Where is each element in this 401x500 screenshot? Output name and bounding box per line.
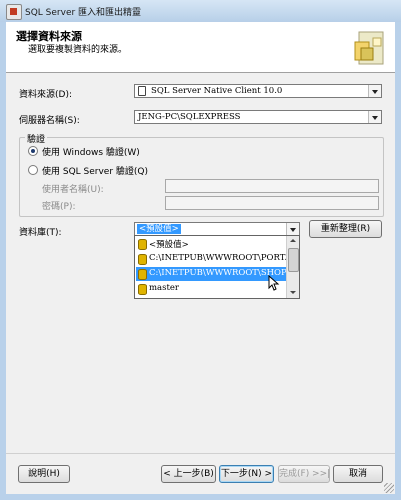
username-label: 使用者名稱(U): [42, 185, 104, 195]
database-wizard-icon [354, 31, 384, 65]
chevron-down-icon[interactable] [286, 223, 299, 235]
app-icon [6, 4, 22, 20]
window-title: SQL Server 匯入和匯出精靈 [25, 8, 142, 18]
data-source-value: SQL Server Native Client 10.0 [151, 86, 283, 96]
data-source-label: 資料來源(D): [19, 90, 72, 100]
provider-icon [138, 86, 146, 96]
content-panel: 資料來源(D): SQL Server Native Client 10.0 伺… [6, 73, 395, 453]
list-item[interactable]: master [136, 282, 287, 296]
back-button[interactable]: < 上一步(B) [161, 465, 216, 483]
auth-group-title: 驗證 [25, 132, 48, 145]
database-icon [138, 254, 147, 265]
cancel-button[interactable]: 取消 [333, 465, 383, 483]
password-input[interactable] [165, 196, 379, 210]
wizard-header: 選擇資料來源 選取要複製資料的來源。 [6, 22, 395, 73]
database-dropdown-list[interactable]: <預設值> C:\INETPUB\WWWROOT\PORTAL35\ C:\IN… [134, 235, 300, 299]
username-input[interactable] [165, 179, 379, 193]
database-icon [138, 284, 147, 295]
refresh-button[interactable]: 重新整理(R) [309, 220, 382, 238]
help-button[interactable]: 說明(H) [18, 465, 70, 483]
database-value: <預設值> [137, 224, 181, 234]
chevron-down-icon[interactable] [368, 85, 381, 97]
database-label: 資料庫(T): [19, 228, 62, 238]
scroll-down-icon[interactable] [287, 288, 299, 298]
dropdown-scrollbar[interactable] [286, 236, 299, 298]
auth-sql-radio[interactable] [28, 165, 38, 175]
list-item[interactable]: <預設值> [136, 237, 287, 251]
database-combo[interactable]: <預設值> [134, 222, 300, 236]
password-label: 密碼(P): [42, 202, 76, 212]
data-source-combo[interactable]: SQL Server Native Client 10.0 [134, 84, 382, 98]
page-subtitle: 選取要複製資料的來源。 [28, 45, 128, 55]
scroll-up-icon[interactable] [287, 236, 299, 246]
list-item-selected[interactable]: C:\INETPUB\WWWROOT\SHOP35\AP [136, 267, 299, 281]
auth-windows-label[interactable]: 使用 Windows 驗證(W) [42, 145, 140, 158]
auth-sql-label[interactable]: 使用 SQL Server 驗證(Q) [42, 164, 148, 177]
database-icon [138, 269, 147, 280]
auth-group: 驗證 使用 Windows 驗證(W) 使用 SQL Server 驗證(Q) … [19, 132, 384, 217]
server-combo[interactable]: JENG-PC\SQLEXPRESS [134, 110, 382, 124]
finish-button: 完成(F) >>| [278, 465, 330, 483]
wizard-footer: 說明(H) < 上一步(B) 下一步(N) > 完成(F) >>| 取消 [6, 453, 395, 494]
resize-grip[interactable] [384, 483, 394, 493]
mouse-cursor-icon [268, 275, 280, 291]
server-value: JENG-PC\SQLEXPRESS [138, 112, 241, 122]
title-bar[interactable]: SQL Server 匯入和匯出精靈 [0, 0, 401, 22]
database-icon [138, 239, 147, 250]
wizard-window: SQL Server 匯入和匯出精靈 選擇資料來源 選取要複製資料的來源。 資料… [0, 0, 401, 500]
list-item[interactable]: C:\INETPUB\WWWROOT\PORTAL35\ [136, 252, 299, 266]
scroll-thumb[interactable] [288, 248, 299, 272]
next-button[interactable]: 下一步(N) > [219, 465, 274, 483]
auth-windows-radio[interactable] [28, 146, 38, 156]
server-label: 伺服器名稱(S): [19, 116, 80, 126]
chevron-down-icon[interactable] [368, 111, 381, 123]
